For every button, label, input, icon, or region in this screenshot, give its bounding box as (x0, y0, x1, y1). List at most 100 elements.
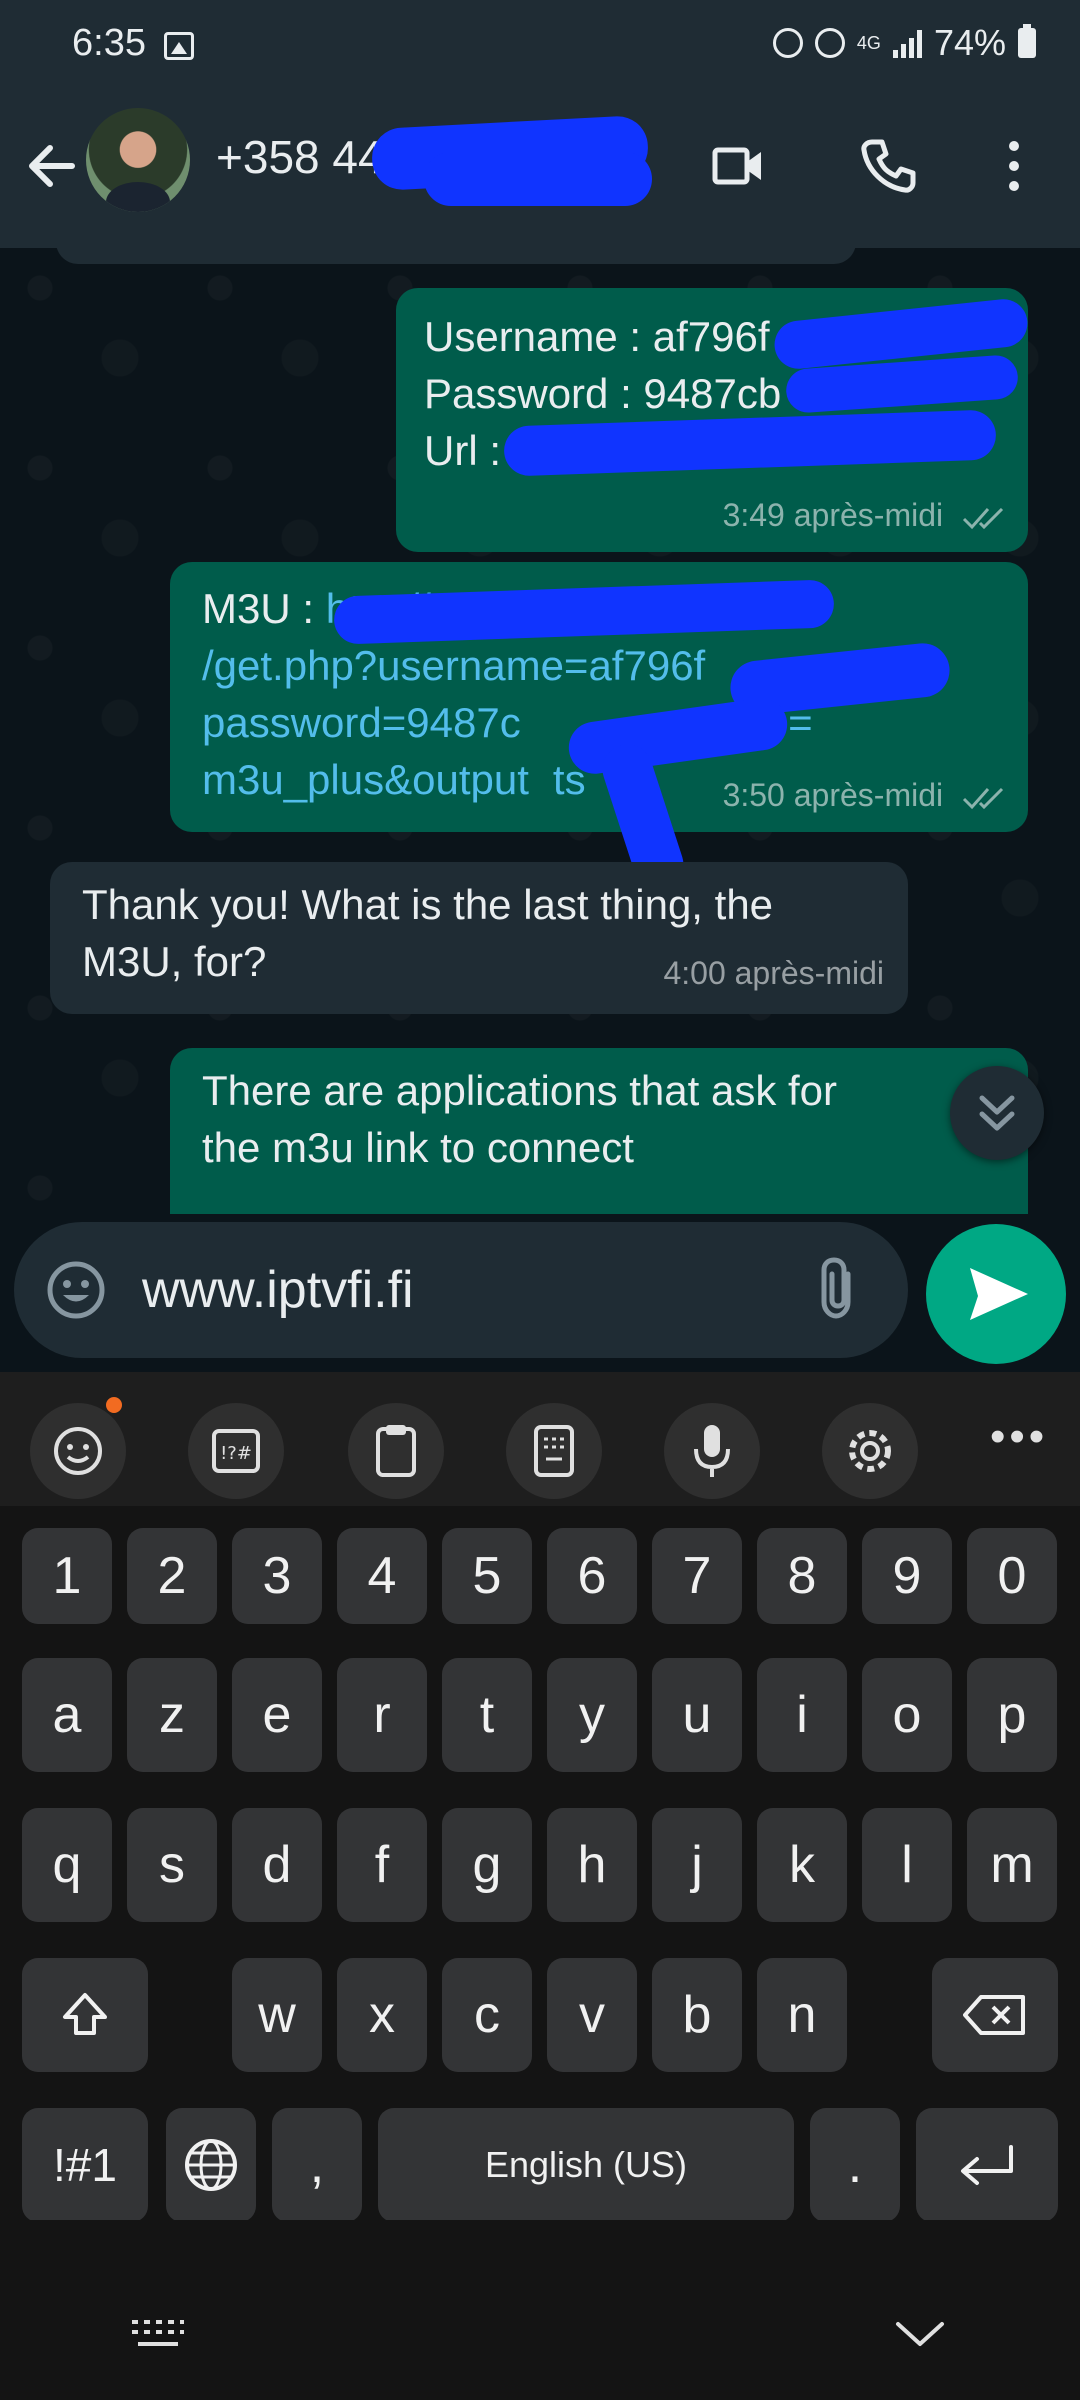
key-j[interactable]: j (652, 1808, 742, 1922)
hide-keyboard-icon[interactable] (890, 2314, 950, 2354)
key-f[interactable]: f (337, 1808, 427, 1922)
status-time: 6:35 (72, 22, 146, 64)
chat-message-list[interactable]: Username : af796f Password : 9487cb Url … (0, 248, 1080, 1214)
message-meta: 3:50 après-midi (723, 767, 1008, 824)
space-key[interactable]: English (US) (378, 2108, 794, 2222)
enter-key[interactable] (916, 2108, 1058, 2222)
key-5[interactable]: 5 (442, 1528, 532, 1624)
notification-dot (106, 1397, 122, 1413)
comma-key[interactable]: , (272, 2108, 362, 2222)
network-type: 4G (856, 33, 881, 53)
clipboard-icon (376, 1425, 416, 1477)
screenshot-icon (772, 28, 803, 58)
symbols-key[interactable]: !#1 (22, 2108, 148, 2222)
key-7[interactable]: 7 (652, 1528, 742, 1624)
key-b[interactable]: b (652, 1958, 742, 2072)
chat-header: +358 44 3056460 (0, 92, 1080, 248)
key-t[interactable]: t (442, 1658, 532, 1772)
backspace-key[interactable] (932, 1958, 1058, 2072)
alarm-icon (814, 28, 845, 58)
key-w[interactable]: w (232, 1958, 322, 2072)
key-h[interactable]: h (547, 1808, 637, 1922)
message-bubble-outgoing[interactable]: Username : af796f Password : 9487cb Url … (396, 288, 1030, 552)
key-g[interactable]: g (442, 1808, 532, 1922)
keyboard-switch-icon[interactable] (128, 2314, 188, 2354)
more-options-icon[interactable] (998, 136, 1030, 196)
key-z[interactable]: z (127, 1658, 217, 1772)
clipboard-button[interactable] (348, 1403, 444, 1499)
scroll-to-bottom-button[interactable] (950, 1066, 1044, 1160)
key-u[interactable]: u (652, 1658, 742, 1772)
enter-icon (961, 2145, 1013, 2185)
shift-key[interactable] (22, 1958, 148, 2072)
key-r[interactable]: r (337, 1658, 427, 1772)
video-call-icon[interactable] (712, 142, 764, 190)
message-bubble-outgoing[interactable]: M3U : http://me /get.php?username=af796f… (170, 562, 1028, 897)
message-input[interactable]: www.iptvfi.fi (142, 1260, 414, 1320)
back-arrow-icon[interactable] (22, 136, 82, 196)
key-4[interactable]: 4 (337, 1528, 427, 1624)
m3u-link-line[interactable]: m3u_plus&output ts (202, 751, 813, 808)
status-bar: 6:35 4G 74% (0, 0, 1080, 92)
key-l[interactable]: l (862, 1808, 952, 1922)
message-line: the m3u link to connect (202, 1124, 634, 1171)
key-q[interactable]: q (22, 1808, 112, 1922)
message-line: Username : af796f (424, 313, 770, 360)
message-meta: 3:49 après-midi (723, 487, 1008, 544)
key-6[interactable]: 6 (547, 1528, 637, 1624)
key-o[interactable]: o (862, 1658, 952, 1772)
key-3[interactable]: 3 (232, 1528, 322, 1624)
m3u-link-line[interactable]: /get.php?username=af796f (202, 637, 813, 694)
key-i[interactable]: i (757, 1658, 847, 1772)
contact-avatar[interactable] (86, 108, 190, 212)
key-n[interactable]: n (757, 1958, 847, 2072)
key-y[interactable]: y (547, 1658, 637, 1772)
message-composer[interactable]: www.iptvfi.fi (14, 1222, 908, 1358)
message-bubble-incoming[interactable]: Thank you! What is the last thing, the M… (50, 862, 908, 1014)
emoji-icon[interactable] (46, 1260, 106, 1320)
key-v[interactable]: v (547, 1958, 637, 2072)
key-0[interactable]: 0 (967, 1528, 1057, 1624)
message-time: 3:50 après-midi (722, 777, 944, 813)
message-time: 4:00 après-midi (663, 955, 884, 991)
key-s[interactable]: s (127, 1808, 217, 1922)
key-k[interactable]: k (757, 1808, 847, 1922)
voice-call-icon[interactable] (858, 136, 918, 196)
message-bubble-outgoing[interactable]: There are applications that ask for the … (170, 1048, 1028, 1214)
symbols-icon: !?# (212, 1429, 260, 1473)
message-line: Password : 9487cb (424, 370, 782, 417)
emoji-keyboard-button[interactable] (30, 1403, 126, 1499)
key-a[interactable]: a (22, 1658, 112, 1772)
previous-message-bubble (56, 248, 856, 264)
on-screen-keyboard: 1 2 3 4 5 6 7 8 9 0 a z e r t y u i o p … (0, 1506, 1080, 2222)
more-icon[interactable]: ••• (990, 1412, 1048, 1462)
status-icons: 4G 74% (772, 22, 1036, 64)
key-d[interactable]: d (232, 1808, 322, 1922)
gallery-notification-icon (164, 32, 194, 60)
key-x[interactable]: x (337, 1958, 427, 2072)
key-e[interactable]: e (232, 1658, 322, 1772)
svg-text:!?#: !?# (220, 1443, 252, 1464)
battery-icon (1018, 24, 1036, 58)
keypad-icon (534, 1425, 574, 1477)
voice-input-button[interactable] (664, 1403, 760, 1499)
key-2[interactable]: 2 (127, 1528, 217, 1624)
language-key[interactable] (166, 2108, 256, 2222)
keyboard-toolbar: !?# ••• (0, 1372, 1080, 1506)
key-8[interactable]: 8 (757, 1528, 847, 1624)
redaction-mark (424, 152, 652, 206)
send-button[interactable] (926, 1224, 1066, 1364)
symbols-keyboard-button[interactable]: !?# (188, 1403, 284, 1499)
key-9[interactable]: 9 (862, 1528, 952, 1624)
message-time: 3:49 après-midi (722, 497, 944, 533)
key-1[interactable]: 1 (22, 1528, 112, 1624)
key-c[interactable]: c (442, 1958, 532, 2072)
key-m[interactable]: m (967, 1808, 1057, 1922)
period-key[interactable]: . (810, 2108, 900, 2222)
keyboard-settings-button[interactable] (822, 1403, 918, 1499)
key-p[interactable]: p (967, 1658, 1057, 1772)
battery-percent: 74% (933, 22, 1006, 63)
keyboard-mode-button[interactable] (506, 1403, 602, 1499)
attach-icon[interactable] (814, 1256, 862, 1322)
emoji-icon (54, 1427, 102, 1475)
